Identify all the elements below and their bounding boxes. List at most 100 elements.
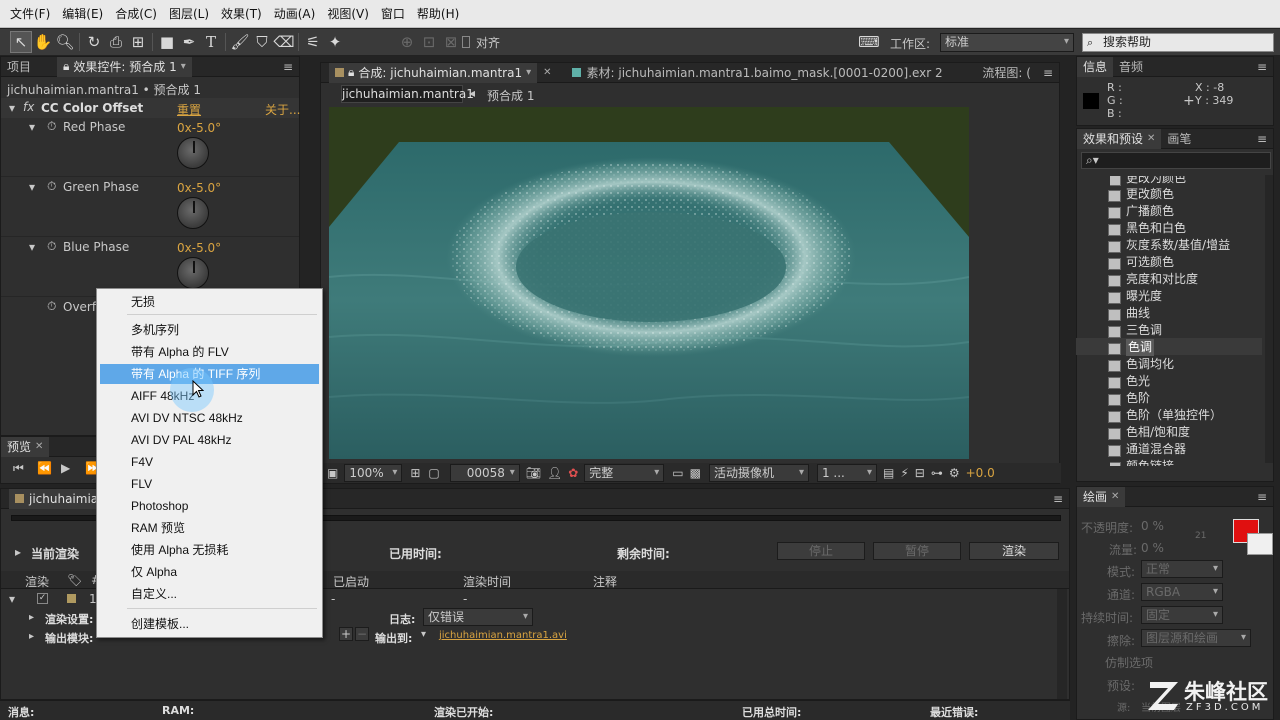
channels-select[interactable]: RGBA <box>1141 583 1223 601</box>
zoom-tool-icon[interactable]: 🔍︎ <box>54 31 76 53</box>
pan-behind-tool-icon[interactable]: ⊞ <box>127 31 149 53</box>
list-item[interactable]: 曝光度 <box>1108 288 1260 305</box>
workspace-select[interactable]: 标准 <box>940 33 1074 52</box>
eraser-tool-icon[interactable]: ⌫ <box>273 31 295 53</box>
transparency-grid-icon[interactable]: ▩ <box>690 466 701 480</box>
tab-effect-controls[interactable]: 🔒︎ 效果控件: 预合成 1 ▾ <box>57 56 192 77</box>
subtab-jichuhaimian[interactable]: jichuhaimian.mantra1 <box>341 85 474 103</box>
list-item[interactable]: 色阶 <box>1108 390 1260 407</box>
list-item-selected[interactable]: 色调 <box>1108 339 1260 356</box>
menu-item-flv[interactable]: FLV <box>100 474 319 494</box>
effects-search-input[interactable]: ⌕▾ <box>1081 152 1271 169</box>
output-file-link[interactable]: jichuhaimian.mantra1.avi <box>439 630 567 641</box>
background-color-swatch[interactable] <box>1247 533 1273 555</box>
reset-link[interactable]: 重置 <box>177 101 201 118</box>
hand-tool-icon[interactable]: ✋ <box>32 31 54 53</box>
rectangle-tool-icon[interactable]: ■ <box>156 31 178 53</box>
list-item[interactable]: 颜色链接 <box>1110 458 1260 466</box>
list-item[interactable]: 广播颜色 <box>1108 203 1260 220</box>
first-frame-icon[interactable]: ⏮ <box>13 461 24 476</box>
opacity-value[interactable]: 0 % <box>1141 519 1164 533</box>
green-phase-knob[interactable] <box>177 197 209 229</box>
param-value-blue[interactable]: 0x-5.0° <box>177 241 221 255</box>
rotate-tool-icon[interactable]: ↻ <box>83 31 105 53</box>
erase-select[interactable]: 图层源和绘画 <box>1141 629 1251 647</box>
list-item[interactable]: 灰度系数/基值/增益 <box>1108 237 1260 254</box>
region-of-interest-icon[interactable]: ▭ <box>672 466 683 480</box>
reset-exposure-icon[interactable]: ⚙ <box>949 466 960 480</box>
menu-file[interactable]: 文件(F) <box>4 5 56 22</box>
stop-button[interactable]: 停止 <box>777 542 865 560</box>
expand-arrow-icon[interactable]: ▾ <box>29 240 35 254</box>
chevron-down-icon[interactable]: ▾ <box>181 61 186 72</box>
list-item[interactable]: 通道混合器 <box>1108 441 1260 458</box>
pen-tool-icon[interactable]: ✒ <box>178 31 200 53</box>
menu-item-create-template[interactable]: 创建模板... <box>100 614 319 634</box>
list-item[interactable]: 色阶（单独控件） <box>1108 407 1260 424</box>
red-phase-knob[interactable] <box>177 137 209 169</box>
render-checkbox[interactable]: ✓ <box>37 593 48 604</box>
prev-frame-icon[interactable]: ⏪ <box>37 461 52 475</box>
mask-visibility-icon[interactable]: ▢ <box>428 466 439 480</box>
always-preview-icon[interactable]: ▣ <box>327 466 338 480</box>
list-item[interactable]: 更改颜色 <box>1108 186 1260 203</box>
menu-item-lossless[interactable]: 无损 <box>100 292 319 312</box>
menu-item-photoshop[interactable]: Photoshop <box>100 496 319 516</box>
add-output-button[interactable]: + <box>339 627 353 641</box>
tab-composition[interactable]: 🔒︎ 合成: jichuhaimian.mantra1 ▾ <box>329 62 538 83</box>
render-queue-scrollbar[interactable] <box>1057 589 1067 699</box>
expand-arrow-icon[interactable]: ▾ <box>9 101 15 115</box>
timecode-display[interactable]: 00058 <box>449 464 520 482</box>
effects-scrollbar[interactable] <box>1265 175 1273 463</box>
menu-item-custom[interactable]: 自定义... <box>100 584 319 604</box>
tab-preview[interactable]: 预览 ✕ <box>1 436 50 457</box>
expand-arrow-icon[interactable]: ▸ <box>29 631 34 642</box>
stopwatch-icon[interactable]: ⏱ <box>47 239 56 254</box>
blue-phase-knob[interactable] <box>177 257 209 289</box>
puppet-tool-icon[interactable]: ✦ <box>324 31 346 53</box>
render-button[interactable]: 渲染 <box>969 542 1059 560</box>
zoom-select[interactable]: 100% <box>344 464 403 482</box>
fx-icon[interactable]: fx <box>23 100 34 114</box>
clone-stamp-tool-icon[interactable]: ⛉ <box>251 31 273 53</box>
menu-item-f4v[interactable]: F4V <box>100 452 319 472</box>
views-select[interactable]: 1 ... <box>816 464 877 482</box>
remove-output-button[interactable]: − <box>355 627 369 641</box>
param-value-red[interactable]: 0x-5.0° <box>177 121 221 135</box>
list-item[interactable]: 色光 <box>1108 373 1260 390</box>
pause-button[interactable]: 暂停 <box>873 542 961 560</box>
expand-arrow-icon[interactable]: ▾ <box>29 120 35 134</box>
list-item[interactable]: 黑色和白色 <box>1108 220 1260 237</box>
play-icon[interactable]: ▶ <box>61 461 70 475</box>
show-snapshot-icon[interactable]: 👤︎ <box>547 466 562 480</box>
menu-layer[interactable]: 图层(L) <box>163 5 215 22</box>
expand-arrow-icon[interactable]: ▾ <box>9 592 15 606</box>
resolution-select[interactable]: 完整 <box>584 464 665 482</box>
menu-help[interactable]: 帮助(H) <box>411 5 465 22</box>
menu-animation[interactable]: 动画(A) <box>268 5 322 22</box>
brush-tool-icon[interactable]: 🖌︎ <box>229 31 251 53</box>
log-select[interactable]: 仅错误 <box>423 608 533 626</box>
tab-footage[interactable]: 素材: jichuhaimian.mantra1.baimo_mask.[000… <box>566 63 949 83</box>
panel-menu-icon[interactable]: ≡ <box>1251 487 1273 507</box>
snapshot-icon[interactable]: 📷︎ <box>526 466 541 480</box>
align-checkbox[interactable] <box>462 36 470 48</box>
panel-menu-icon[interactable]: ≡ <box>277 57 299 77</box>
panel-menu-icon[interactable]: ≡ <box>1251 129 1273 149</box>
roto-brush-tool-icon[interactable]: ⚟ <box>302 31 324 53</box>
list-item[interactable]: 亮度和对比度 <box>1108 271 1260 288</box>
expand-arrow-icon[interactable]: ▸ <box>29 612 34 623</box>
expand-arrow-icon[interactable]: ▸ <box>15 545 21 559</box>
menu-item-avi-ntsc[interactable]: AVI DV NTSC 48kHz <box>100 408 319 428</box>
flow-value[interactable]: 0 % <box>1141 541 1164 555</box>
menu-item-avi-pal[interactable]: AVI DV PAL 48kHz <box>100 430 319 450</box>
composition-viewer[interactable] <box>329 107 969 459</box>
mode-select[interactable]: 正常 <box>1141 560 1223 578</box>
stopwatch-icon[interactable]: ⏱ <box>47 119 56 134</box>
toggle-pixel-aspect-icon[interactable]: ▤ <box>883 466 894 480</box>
safe-zones-icon[interactable]: ⊞ <box>410 466 420 480</box>
menu-composition[interactable]: 合成(C) <box>109 5 163 22</box>
menu-item-alpha-lossless[interactable]: 使用 Alpha 无损耗 <box>100 540 319 560</box>
tab-flowchart[interactable]: 流程图: ( <box>976 63 1037 83</box>
chevron-down-icon[interactable]: ▾ <box>421 629 426 640</box>
